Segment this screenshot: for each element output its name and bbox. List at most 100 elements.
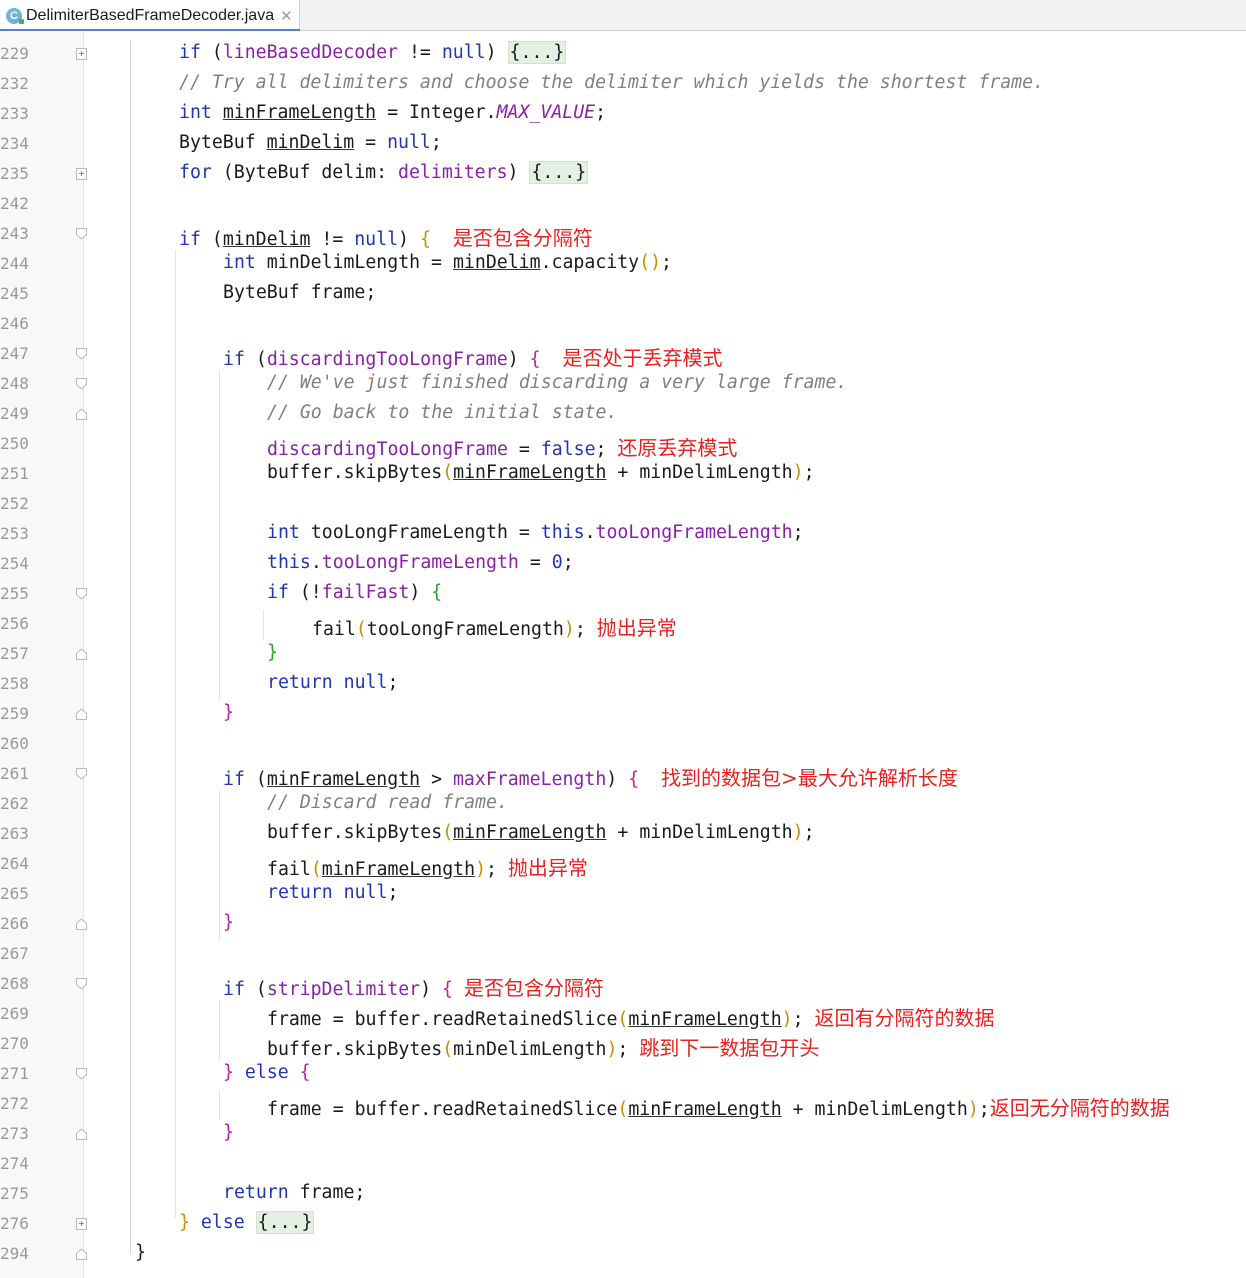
- code-line[interactable]: 233 int minFrameLength = Integer.MAX_VAL…: [0, 100, 1246, 130]
- code-line[interactable]: 235 for (ByteBuf delim: delimiters) {...…: [0, 160, 1246, 190]
- code-line[interactable]: 247 if (discardingTooLongFrame) { 是否处于丢弃…: [0, 340, 1246, 370]
- editor-tab-bar: C DelimiterBasedFrameDecoder.java ✕: [0, 0, 1246, 31]
- code-line[interactable]: 274: [0, 1150, 1246, 1180]
- code-token: else: [200, 1212, 245, 1233]
- code-line[interactable]: 264 fail(minFrameLength); 抛出异常: [0, 850, 1246, 880]
- code-token: (: [244, 349, 267, 370]
- code-token: 0: [551, 552, 563, 573]
- code-line[interactable]: 256 fail(tooLongFrameLength); 抛出异常: [0, 610, 1246, 640]
- fold-expand-icon[interactable]: [76, 168, 87, 180]
- code-line[interactable]: 248 // We've just finished discarding a …: [0, 370, 1246, 400]
- code-line[interactable]: 257 }: [0, 640, 1246, 670]
- code-token: ;: [430, 132, 442, 153]
- code-line[interactable]: 276 } else {...}: [0, 1210, 1246, 1240]
- annotation-note: 是否包含分隔符: [452, 226, 593, 250]
- fold-collapse-icon[interactable]: [76, 768, 87, 780]
- code-line[interactable]: 270 buffer.skipBytes(minDelimLength); 跳到…: [0, 1030, 1246, 1060]
- fold-collapse-icon[interactable]: [76, 348, 87, 360]
- code-token: (): [639, 252, 662, 273]
- code-line[interactable]: 254 this.tooLongFrameLength = 0;: [0, 550, 1246, 580]
- line-number: 229: [0, 44, 29, 63]
- code-text: if (stripDelimiter) { 是否包含分隔符: [223, 972, 604, 1001]
- code-token: fail: [312, 619, 356, 640]
- code-token: (: [310, 859, 322, 880]
- fold-expand-icon[interactable]: [76, 48, 87, 60]
- code-line[interactable]: 246: [0, 310, 1246, 340]
- folded-block[interactable]: {...}: [507, 41, 567, 64]
- editor-tab[interactable]: C DelimiterBasedFrameDecoder.java ✕: [0, 0, 300, 31]
- code-line[interactable]: 249 // Go back to the initial state.: [0, 400, 1246, 430]
- fold-collapse-icon[interactable]: [76, 1068, 87, 1080]
- fold-end-icon[interactable]: [76, 1128, 87, 1140]
- code-line[interactable]: 243 if (minDelim != null) { 是否包含分隔符: [0, 220, 1246, 250]
- code-line[interactable]: 265 return null;: [0, 880, 1246, 910]
- code-line[interactable]: 262 // Discard read frame.: [0, 790, 1246, 820]
- close-icon[interactable]: ✕: [280, 7, 293, 25]
- java-class-icon: C: [6, 7, 24, 24]
- code-token: .capacity: [540, 252, 640, 273]
- code-token: ;: [574, 619, 586, 640]
- code-line[interactable]: 268 if (stripDelimiter) { 是否包含分隔符: [0, 970, 1246, 1000]
- code-token: }: [135, 1242, 146, 1263]
- fold-collapse-icon[interactable]: [76, 378, 87, 390]
- code-line[interactable]: 252: [0, 490, 1246, 520]
- code-text: frame = buffer.readRetainedSlice(minFram…: [267, 1092, 1170, 1121]
- code-token: {: [299, 1062, 311, 1083]
- code-line[interactable]: 266 }: [0, 910, 1246, 940]
- code-line[interactable]: 242: [0, 190, 1246, 220]
- code-token: (: [442, 1039, 454, 1060]
- line-number: 253: [0, 524, 29, 543]
- line-number: 247: [0, 344, 29, 363]
- folded-block[interactable]: {...}: [529, 161, 589, 184]
- code-line[interactable]: 258 return null;: [0, 670, 1246, 700]
- code-line[interactable]: 271 } else {: [0, 1060, 1246, 1090]
- code-line[interactable]: 261 if (minFrameLength > maxFrameLength)…: [0, 760, 1246, 790]
- code-editor[interactable]: 229 if (lineBasedDecoder != null) {...} …: [0, 40, 1246, 1270]
- fold-collapse-icon[interactable]: [76, 978, 87, 990]
- line-number: 259: [0, 704, 29, 723]
- code-token: return: [223, 1182, 289, 1203]
- fold-end-icon[interactable]: [76, 1248, 87, 1260]
- code-line[interactable]: 245 ByteBuf frame;: [0, 280, 1246, 310]
- code-line[interactable]: 260: [0, 730, 1246, 760]
- code-line[interactable]: 253 int tooLongFrameLength = this.tooLon…: [0, 520, 1246, 550]
- code-line[interactable]: 269 frame = buffer.readRetainedSlice(min…: [0, 1000, 1246, 1030]
- fold-end-icon[interactable]: [76, 408, 87, 420]
- code-token: int: [267, 522, 300, 543]
- fold-end-icon[interactable]: [76, 918, 87, 930]
- code-token: for: [179, 162, 212, 183]
- code-line[interactable]: 267: [0, 940, 1246, 970]
- folded-block[interactable]: {...}: [255, 1211, 315, 1234]
- fold-expand-icon[interactable]: [76, 1218, 87, 1230]
- fold-end-icon[interactable]: [76, 708, 87, 720]
- code-line[interactable]: 263 buffer.skipBytes(minFrameLength + mi…: [0, 820, 1246, 850]
- code-line[interactable]: 250 discardingTooLongFrame = false; 还原丢弃…: [0, 430, 1246, 460]
- code-token: ): [606, 1039, 618, 1060]
- code-line[interactable]: 275 return frame;: [0, 1180, 1246, 1210]
- fold-end-icon[interactable]: [76, 648, 87, 660]
- code-line[interactable]: 232 // Try all delimiters and choose the…: [0, 70, 1246, 100]
- annotation-note: 返回无分隔符的数据: [989, 1096, 1170, 1120]
- code-line[interactable]: 234 ByteBuf minDelim = null;: [0, 130, 1246, 160]
- code-line[interactable]: 244 int minDelimLength = minDelim.capaci…: [0, 250, 1246, 280]
- code-token: MAX_VALUE: [496, 102, 596, 123]
- code-text: if (minFrameLength > maxFrameLength) { 找…: [223, 762, 958, 791]
- fold-collapse-icon[interactable]: [76, 588, 87, 600]
- code-line[interactable]: 273 }: [0, 1120, 1246, 1150]
- code-token: false: [540, 439, 596, 460]
- code-line[interactable]: 272 frame = buffer.readRetainedSlice(min…: [0, 1090, 1246, 1120]
- line-number: 260: [0, 734, 29, 753]
- code-line[interactable]: 229 if (lineBasedDecoder != null) {...}: [0, 40, 1246, 70]
- fold-collapse-icon[interactable]: [76, 228, 87, 240]
- line-number: 269: [0, 1004, 29, 1023]
- code-line[interactable]: 294 }: [0, 1240, 1246, 1270]
- code-token: {: [529, 349, 541, 370]
- annotation-note: 跳到下一数据包开头: [639, 1036, 820, 1060]
- code-line[interactable]: 255 if (!failFast) {: [0, 580, 1246, 610]
- code-line[interactable]: 251 buffer.skipBytes(minFrameLength + mi…: [0, 460, 1246, 490]
- code-line[interactable]: 259 }: [0, 700, 1246, 730]
- code-text: ByteBuf minDelim = null;: [179, 132, 442, 153]
- line-number: 248: [0, 374, 29, 393]
